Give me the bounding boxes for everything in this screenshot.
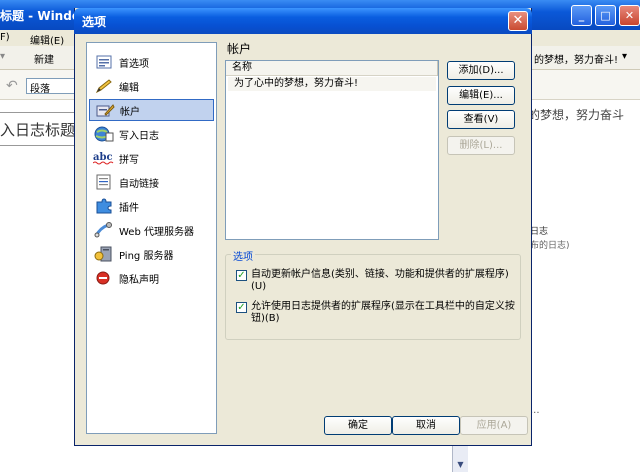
edit-account-button[interactable]: 编辑(E)... xyxy=(447,86,515,105)
allow-extensions-checkbox[interactable]: ✓ xyxy=(236,302,247,313)
options-group: 选项 ✓ 自动更新帐户信息(类别、链接、功能和提供者的扩展程序)(U) ✓ 允许… xyxy=(225,248,521,340)
nav-item-autolink[interactable]: 自动链接 xyxy=(89,171,214,193)
options-dialog: 选项 ✕ 首选项 编辑 帐户 写入日志 abc 拼写 自动链接 插件 Web 代… xyxy=(74,8,532,446)
toolbar-chevron-icon[interactable]: ▾ xyxy=(0,51,5,62)
nav-item-editing[interactable]: 编辑 xyxy=(89,75,214,97)
nav-item-publish[interactable]: 写入日志 xyxy=(89,123,214,145)
add-account-button[interactable]: 添加(D)... xyxy=(447,61,515,80)
nav-item-preferences[interactable]: 首选项 xyxy=(89,51,214,73)
spelling-abc-icon: abc xyxy=(93,149,115,167)
undo-icon[interactable]: ↶ xyxy=(6,78,18,94)
background-close-button[interactable]: ✕ xyxy=(619,5,640,26)
nav-item-privacy[interactable]: 隐私声明 xyxy=(89,267,214,289)
options-category-list: 首选项 编辑 帐户 写入日志 abc 拼写 自动链接 插件 Web 代理服务器 … xyxy=(86,42,217,434)
proxy-server-icon xyxy=(93,221,115,239)
auto-update-label: 自动更新帐户信息(类别、链接、功能和提供者的扩展程序)(U) xyxy=(251,269,509,292)
toolbar-account-selector[interactable]: 的梦想，努力奋斗! xyxy=(534,51,618,66)
allow-extensions-label: 允许使用日志提供者的扩展程序(显示在工具栏中的自定义按钮)(B) xyxy=(251,301,515,324)
list-column-header[interactable]: 名称 xyxy=(226,61,438,76)
sidebar-blog-sub: 布的日志) xyxy=(530,241,570,251)
cancel-button[interactable]: 取消 xyxy=(392,416,460,435)
puzzle-plugin-icon xyxy=(93,197,115,215)
nav-item-ping-servers[interactable]: Ping 服务器 xyxy=(89,243,214,265)
maximize-button[interactable]: □ xyxy=(595,5,616,26)
pencil-icon xyxy=(93,77,115,95)
preferences-icon xyxy=(93,53,115,71)
nav-label: Web 代理服务器 xyxy=(119,226,194,238)
nav-label: 插件 xyxy=(119,202,139,214)
nav-item-plugins[interactable]: 插件 xyxy=(89,195,214,217)
nav-item-web-proxy[interactable]: Web 代理服务器 xyxy=(89,219,214,241)
nav-item-accounts[interactable]: 帐户 xyxy=(89,99,214,121)
nav-item-spelling[interactable]: abc 拼写 xyxy=(89,147,214,169)
menu-file[interactable]: F) xyxy=(0,32,10,43)
auto-update-checkbox[interactable]: ✓ xyxy=(236,270,247,281)
nav-label: 拼写 xyxy=(119,154,139,166)
toolbar-dropdown-icon[interactable]: ▾ xyxy=(622,51,627,62)
account-icon xyxy=(94,101,116,119)
column-name-label: 名称 xyxy=(232,62,252,73)
toolbar-new-button[interactable]: 新建 xyxy=(34,51,54,66)
dialog-title-bar[interactable]: 选项 ✕ xyxy=(74,8,532,34)
nav-label: 编辑 xyxy=(119,82,139,94)
nav-label: 帐户 xyxy=(120,106,140,118)
background-editor-text: 的梦想，努力奋斗 xyxy=(528,108,625,122)
menu-edit[interactable]: 编辑(E) xyxy=(30,32,64,47)
nav-label: 写入日志 xyxy=(119,130,159,142)
privacy-icon xyxy=(93,269,115,287)
dialog-title: 选项 xyxy=(82,15,107,29)
list-item[interactable]: 为了心中的梦想，努力奋斗! xyxy=(228,77,436,91)
auto-link-icon xyxy=(93,173,115,191)
minimize-button[interactable]: _ xyxy=(571,5,592,26)
accounts-list[interactable]: 名称 为了心中的梦想，努力奋斗! xyxy=(225,60,439,240)
svg-text:abc: abc xyxy=(93,152,113,163)
delete-account-button: 删除(L)... xyxy=(447,136,515,155)
scroll-down-arrow[interactable]: ▼ xyxy=(452,444,468,472)
section-heading: 帐户 xyxy=(227,42,252,56)
background-window-title: 标题 - Windo xyxy=(0,9,81,23)
auto-update-option[interactable]: ✓ 自动更新帐户信息(类别、链接、功能和提供者的扩展程序)(U) xyxy=(236,269,518,293)
sidebar-blog-label: 日志 xyxy=(530,227,549,237)
globe-write-icon xyxy=(93,125,115,143)
paragraph-style-select[interactable]: 段落 xyxy=(26,78,78,95)
nav-label: 自动链接 xyxy=(119,178,159,190)
view-account-button[interactable]: 查看(V) xyxy=(447,110,515,129)
post-title-field[interactable]: 入日志标题 xyxy=(0,112,78,146)
column-separator[interactable] xyxy=(437,61,438,76)
nav-label: 首选项 xyxy=(119,58,149,70)
ok-button[interactable]: 确定 xyxy=(324,416,392,435)
nav-label: 隐私声明 xyxy=(119,274,159,286)
allow-extensions-option[interactable]: ✓ 允许使用日志提供者的扩展程序(显示在工具栏中的自定义按钮)(B) xyxy=(236,301,518,325)
nav-label: Ping 服务器 xyxy=(119,250,174,262)
options-group-legend: 选项 xyxy=(231,248,255,263)
apply-button: 应用(A) xyxy=(460,416,528,435)
dialog-close-button[interactable]: ✕ xyxy=(508,11,528,31)
ping-server-icon xyxy=(93,245,115,263)
